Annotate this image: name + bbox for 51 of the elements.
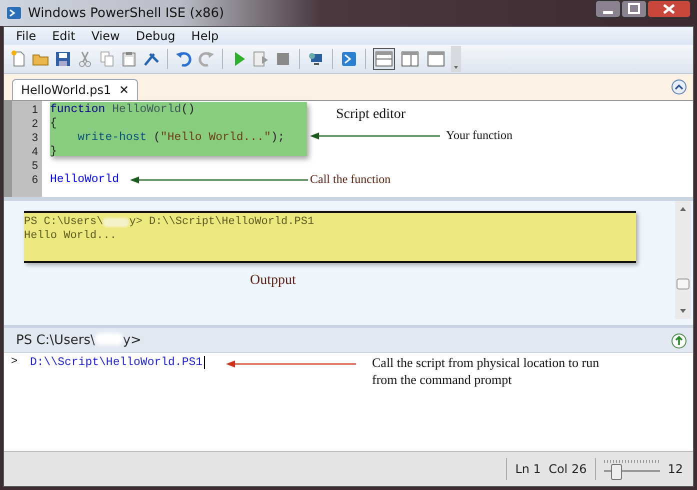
copy-icon[interactable] (98, 50, 116, 68)
code-line: { (50, 117, 57, 130)
overflow-icon[interactable] (451, 46, 461, 72)
cursor-position: Ln 1 Col 26 (515, 462, 587, 476)
line-number: 1 (30, 103, 39, 117)
line-number: 3 (30, 131, 39, 145)
annotation-label: Call the script from physical location to run from the command prompt (372, 354, 600, 388)
clear-icon[interactable] (142, 50, 160, 68)
scrollbar[interactable] (675, 201, 691, 319)
layout-button[interactable] (373, 48, 395, 70)
redo-icon[interactable] (197, 50, 215, 68)
stop-icon[interactable] (274, 50, 292, 68)
annotation-label: Script editor (336, 107, 406, 123)
run-selection-icon[interactable] (252, 50, 270, 68)
expand-icon[interactable] (671, 333, 687, 349)
code-line: write-host ("Hello World..."); (78, 131, 285, 144)
line-number: 6 (30, 173, 39, 187)
zoom-slider[interactable] (604, 458, 660, 480)
remote-computer-icon[interactable] (307, 50, 325, 68)
collapse-icon[interactable] (671, 79, 687, 95)
paste-icon[interactable] (120, 50, 138, 68)
window-title: Windows PowerShell ISE (x86) (28, 6, 224, 20)
menu-item[interactable]: View (83, 29, 128, 43)
menu-item[interactable]: File (8, 29, 44, 43)
file-tab[interactable]: HelloWorld.ps1 ✕ (12, 79, 138, 100)
code-line: } (50, 145, 57, 158)
zoom-value: 12 (668, 462, 683, 476)
line-number: 5 (30, 159, 39, 173)
undo-icon[interactable] (175, 50, 193, 68)
prompt-marker: > (11, 356, 18, 368)
powershell-icon[interactable] (340, 50, 358, 68)
close-icon[interactable] (647, 0, 691, 18)
app-icon (6, 5, 22, 21)
output-line: PS C:\Users\ y> D:\\Script\HelloWorld.PS1 (24, 215, 316, 229)
annotation-label: Call the function (310, 172, 391, 187)
maximize-icon[interactable] (621, 0, 647, 18)
save-icon[interactable] (54, 50, 72, 68)
line-number: 2 (30, 117, 39, 131)
menu-item[interactable]: Edit (44, 29, 84, 43)
line-number: 4 (30, 145, 39, 159)
annotation-label: Your function (446, 128, 512, 143)
menu-item[interactable]: Help (183, 29, 227, 43)
annotation-label: Outpput (250, 273, 296, 289)
output-line: Hello World... (24, 229, 118, 243)
code-line: HelloWorld (50, 173, 120, 186)
menu-item[interactable]: Debug (128, 29, 184, 43)
close-tab-button[interactable]: ✕ (118, 83, 129, 97)
code-line: function HelloWorld() (50, 103, 195, 116)
minimize-icon[interactable] (595, 0, 621, 18)
command-input[interactable]: D:\\Script\HelloWorld.PS1 (30, 356, 205, 369)
console-prompt: PS C:\Users\ y> (16, 332, 142, 348)
